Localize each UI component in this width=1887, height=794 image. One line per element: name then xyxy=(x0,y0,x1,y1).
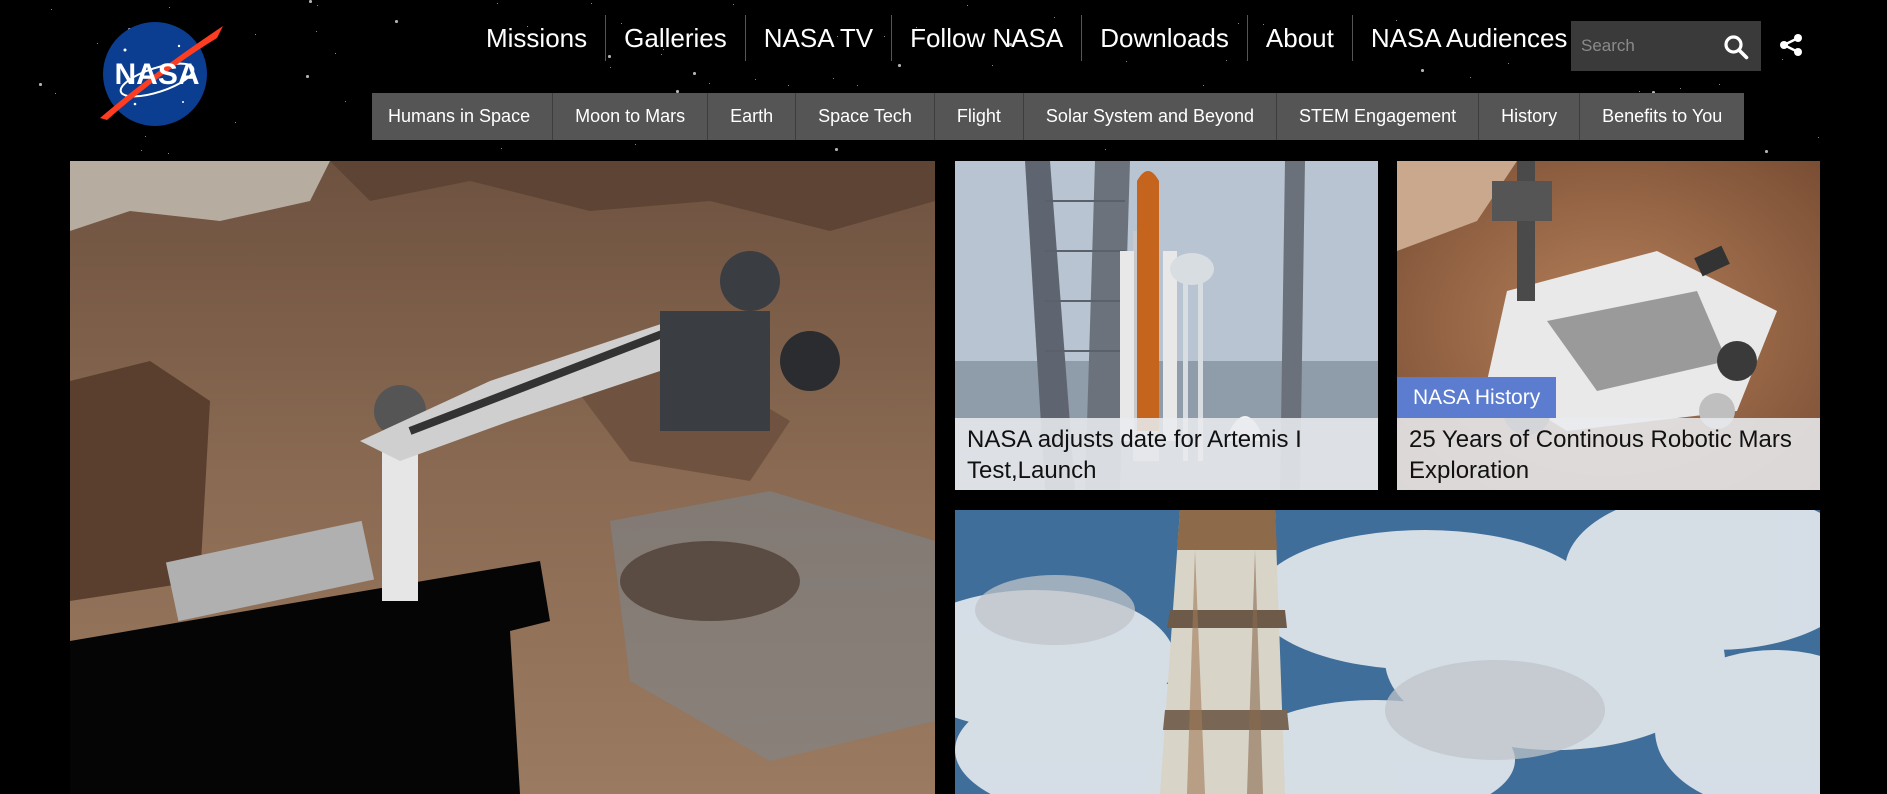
subnav-earth[interactable]: Earth xyxy=(707,93,795,140)
news-tile-mars-history[interactable]: NASA History 25 Years of Continous Robot… xyxy=(1397,161,1820,490)
star xyxy=(898,64,901,67)
star xyxy=(1719,84,1721,86)
star xyxy=(1470,77,1472,79)
star xyxy=(755,79,757,81)
nav-galleries[interactable]: Galleries xyxy=(605,15,745,61)
subnav-moon-to-mars[interactable]: Moon to Mars xyxy=(552,93,707,140)
rover-arm-image xyxy=(70,161,935,794)
star xyxy=(1508,63,1510,65)
star xyxy=(1421,69,1424,72)
star xyxy=(51,9,53,11)
nasa-logo[interactable]: NASA xyxy=(95,18,227,130)
artemis-headline[interactable]: NASA adjusts date for Artemis I Test,Lau… xyxy=(955,418,1378,490)
nasa-meatball-icon: NASA xyxy=(100,22,223,126)
star xyxy=(335,53,337,55)
nasa-history-tag[interactable]: NASA History xyxy=(1397,377,1557,418)
star xyxy=(235,122,237,124)
star xyxy=(635,144,637,146)
star xyxy=(141,150,143,152)
star xyxy=(39,83,42,86)
star xyxy=(145,136,147,138)
star xyxy=(169,7,171,9)
star xyxy=(591,3,593,5)
star xyxy=(693,72,696,75)
star xyxy=(1680,88,1682,90)
star xyxy=(395,20,398,23)
search-input[interactable] xyxy=(1571,35,1713,57)
feature-tile-mars-rover[interactable] xyxy=(70,161,935,794)
star xyxy=(497,3,499,5)
subnav-solar-system[interactable]: Solar System and Beyond xyxy=(1022,93,1276,140)
nav-about[interactable]: About xyxy=(1246,15,1352,61)
star xyxy=(967,5,969,7)
tower-clouds-image xyxy=(955,510,1820,794)
star xyxy=(833,78,835,80)
star xyxy=(316,31,318,33)
star xyxy=(788,85,790,87)
star xyxy=(1203,85,1205,87)
top-nav: Missions Galleries NASA TV Follow NASA D… xyxy=(474,14,1585,62)
star xyxy=(1105,149,1107,151)
star xyxy=(309,0,312,3)
star xyxy=(992,65,994,67)
subnav-history[interactable]: History xyxy=(1478,93,1579,140)
star xyxy=(709,83,711,85)
mars-history-headline[interactable]: 25 Years of Continous Robotic Mars Explo… xyxy=(1397,418,1820,490)
star xyxy=(55,93,57,95)
star xyxy=(1765,150,1768,153)
star xyxy=(306,75,309,78)
subnav-flight[interactable]: Flight xyxy=(933,93,1023,140)
star xyxy=(857,85,859,87)
star xyxy=(501,148,503,150)
star xyxy=(1818,137,1820,139)
nav-follow-nasa[interactable]: Follow NASA xyxy=(891,15,1081,61)
search-icon[interactable] xyxy=(1723,34,1749,60)
star xyxy=(345,101,347,103)
subnav-stem-engagement[interactable]: STEM Engagement xyxy=(1276,93,1478,140)
star xyxy=(168,153,170,155)
star xyxy=(317,5,319,7)
subnav-space-tech[interactable]: Space Tech xyxy=(795,93,934,140)
share-icon[interactable] xyxy=(1778,32,1804,58)
nav-downloads[interactable]: Downloads xyxy=(1081,15,1247,61)
subnav-benefits-to-you[interactable]: Benefits to You xyxy=(1579,93,1744,140)
star xyxy=(1782,59,1784,61)
nav-nasa-audiences[interactable]: NASA Audiences xyxy=(1351,15,1586,61)
nav-nasa-tv[interactable]: NASA TV xyxy=(744,15,891,61)
svg-text:NASA: NASA xyxy=(114,58,199,91)
news-tile-artemis[interactable]: NASA adjusts date for Artemis I Test,Lau… xyxy=(955,161,1378,490)
star xyxy=(255,34,257,36)
subnav-humans-in-space[interactable]: Humans in Space xyxy=(372,93,552,140)
star xyxy=(733,4,735,6)
sub-nav: Humans in Space Moon to Mars Earth Space… xyxy=(372,93,1745,140)
star xyxy=(835,148,838,151)
star xyxy=(610,67,612,69)
feature-tile-tower[interactable] xyxy=(955,510,1820,794)
search-box xyxy=(1571,21,1761,71)
nav-missions[interactable]: Missions xyxy=(474,15,605,61)
